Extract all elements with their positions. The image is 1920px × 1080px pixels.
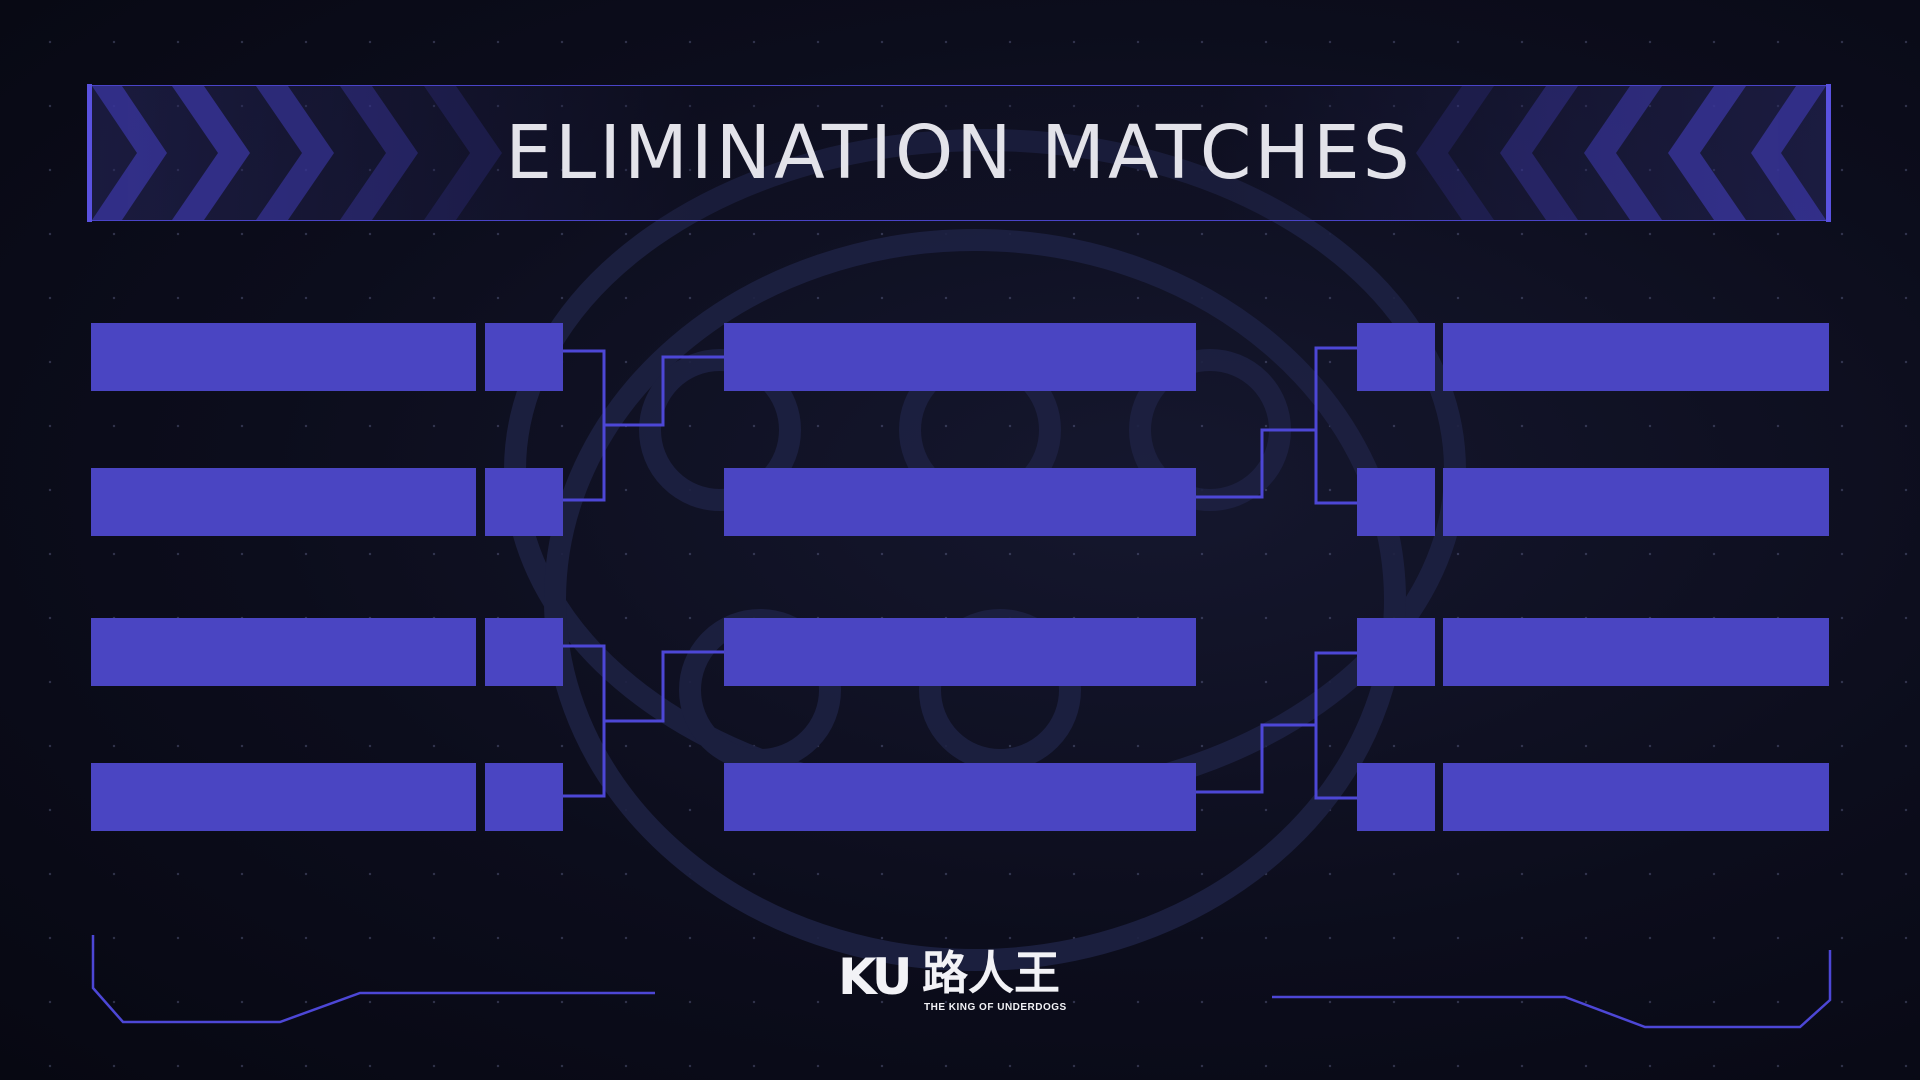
round2-team-slot-2 <box>724 468 1196 536</box>
round2-team-slot-4 <box>724 763 1196 831</box>
round3-score-slot-2 <box>1357 468 1435 536</box>
round1-team-slot-3 <box>91 618 476 686</box>
page-title: ELIMINATION MATCHES <box>505 110 1413 196</box>
round1-team-slot-1 <box>91 323 476 391</box>
round1-team-slot-4 <box>91 763 476 831</box>
brand-mark: KU <box>838 948 912 1006</box>
round1-score-slot-1 <box>485 323 563 391</box>
brand-chinese-name: 路人王 <box>922 946 1060 1000</box>
round3-score-slot-4 <box>1357 763 1435 831</box>
round3-team-slot-3 <box>1443 618 1829 686</box>
round3-score-slot-1 <box>1357 323 1435 391</box>
banner-right-cap <box>1826 84 1831 222</box>
round1-score-slot-3 <box>485 618 563 686</box>
brand-tagline: THE KING OF UNDERDOGS <box>924 1002 1067 1013</box>
round3-team-slot-4 <box>1443 763 1829 831</box>
round3-score-slot-3 <box>1357 618 1435 686</box>
title-banner: ELIMINATION MATCHES <box>87 84 1831 222</box>
round1-score-slot-2 <box>485 468 563 536</box>
round3-team-slot-1 <box>1443 323 1829 391</box>
round3-team-slot-2 <box>1443 468 1829 536</box>
round2-team-slot-1 <box>724 323 1196 391</box>
round1-team-slot-2 <box>91 468 476 536</box>
brand-logo: KU 路人王 THE KING OF UNDERDOGS <box>836 950 1086 1020</box>
round2-team-slot-3 <box>724 618 1196 686</box>
round1-score-slot-4 <box>485 763 563 831</box>
